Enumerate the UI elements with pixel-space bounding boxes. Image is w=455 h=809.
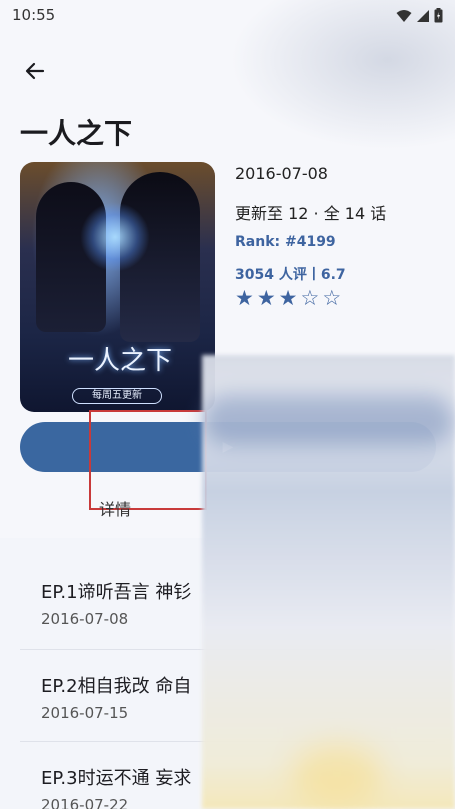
episode-title: EP.1谛听吾言 神钐 <box>41 582 192 603</box>
arrow-left-icon <box>25 62 45 80</box>
episode-date: 2016-07-22 <box>41 796 129 809</box>
signal-icon <box>417 9 429 22</box>
episode-date: 2016-07-08 <box>41 610 129 628</box>
episode-date: 2016-07-15 <box>41 704 129 722</box>
star-rating: ★ ★ ★ ☆ ☆ <box>235 286 341 310</box>
status-icons <box>396 8 443 23</box>
episode-title: EP.3时运不通 妄求 <box>41 768 192 789</box>
cover-image[interactable]: 一人之下 每周五更新 <box>20 162 215 412</box>
page-title: 一人之下 <box>20 117 133 150</box>
star-outline-icon: ☆ <box>300 286 320 310</box>
wifi-icon <box>396 9 412 22</box>
status-bar: 10:55 <box>0 0 455 32</box>
star-icon: ★ <box>256 286 276 310</box>
status-time: 10:55 <box>12 6 56 24</box>
blurred-shape <box>292 745 382 805</box>
back-button[interactable] <box>18 54 52 88</box>
star-icon: ★ <box>235 286 254 310</box>
cover-logo: 一人之下 <box>67 346 172 376</box>
star-outline-icon: ☆ <box>322 286 342 310</box>
rating-summary: 3054 人评丨6.7 <box>235 267 346 283</box>
rank-label: Rank: #4199 <box>235 234 336 250</box>
battery-icon <box>434 8 443 23</box>
star-icon: ★ <box>278 286 298 310</box>
cover-banner: 每周五更新 <box>72 388 162 404</box>
air-date: 2016-07-08 <box>235 164 328 183</box>
episode-progress: 更新至 12 · 全 14 话 <box>235 204 387 223</box>
blurred-shape <box>202 395 455 445</box>
blurred-overlay-panel <box>202 355 455 809</box>
tab-detail[interactable]: 详情 <box>99 496 131 520</box>
cover-lightning-glow <box>80 202 150 272</box>
episode-title: EP.2相自我改 命自 <box>41 676 192 697</box>
highlight-frame <box>89 410 207 510</box>
